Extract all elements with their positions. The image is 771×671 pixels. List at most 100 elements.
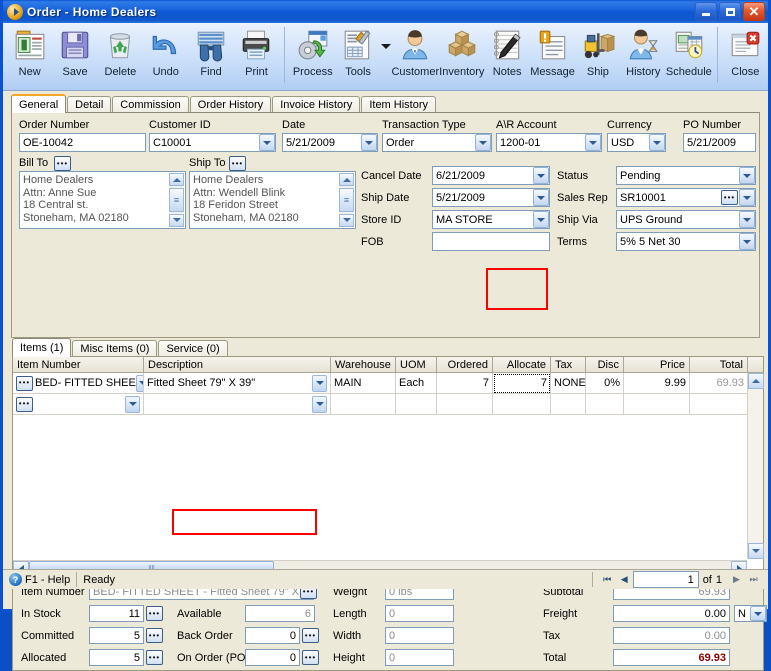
chevron-down-icon[interactable]: [135, 374, 143, 392]
freight-input[interactable]: 0.00: [613, 605, 730, 622]
undo-button[interactable]: Undo: [143, 23, 188, 89]
customer-button[interactable]: Customer: [391, 23, 439, 89]
chevron-down-icon[interactable]: [259, 134, 275, 151]
terms-combo[interactable]: 5% 5 Net 30: [616, 232, 756, 251]
sales-rep-lookup-button[interactable]: [721, 190, 738, 205]
tab-order-history[interactable]: Order History: [189, 96, 272, 113]
ship-date-combo[interactable]: 5/21/2009: [432, 188, 550, 207]
scroll-up-icon[interactable]: [169, 173, 184, 187]
ship-to-lookup-button[interactable]: [229, 156, 246, 171]
chevron-down-icon[interactable]: [649, 134, 665, 151]
length-input[interactable]: 0: [385, 605, 454, 622]
ship-via-combo[interactable]: UPS Ground: [616, 210, 756, 229]
scroll-thumb[interactable]: [169, 188, 184, 212]
close-button[interactable]: ✕: [743, 2, 765, 21]
print-button[interactable]: Print: [234, 23, 279, 89]
history-button[interactable]: History: [621, 23, 666, 89]
tab-detail[interactable]: Detail: [67, 96, 112, 113]
tab-general[interactable]: General: [11, 94, 67, 113]
col-total[interactable]: Total: [690, 357, 748, 372]
tab-misc-items[interactable]: Misc Items (0): [72, 340, 158, 357]
nav-last-icon[interactable]: ⏭: [745, 572, 762, 588]
page-number-input[interactable]: 1: [632, 571, 699, 588]
cell-warehouse[interactable]: MAIN: [331, 373, 396, 394]
col-ordered[interactable]: Ordered: [437, 357, 493, 372]
tab-invoice-history[interactable]: Invoice History: [272, 96, 361, 113]
tab-item-history[interactable]: Item History: [361, 96, 437, 113]
process-button[interactable]: Process: [290, 23, 335, 89]
chevron-down-icon[interactable]: [475, 134, 491, 151]
ship-to-scrollbar[interactable]: [339, 173, 354, 227]
in-stock-lookup-button[interactable]: [146, 606, 163, 621]
message-button[interactable]: Message: [530, 23, 575, 89]
chevron-down-icon[interactable]: [739, 211, 755, 228]
cell-item-number[interactable]: [13, 394, 144, 415]
cell-uom[interactable]: Each: [396, 373, 437, 394]
allocated-lookup-button[interactable]: [146, 650, 163, 665]
ar-account-combo[interactable]: 1200-01: [496, 133, 602, 152]
cell-ordered[interactable]: 7: [437, 373, 493, 394]
help-text[interactable]: F1 - Help: [25, 574, 70, 586]
currency-combo[interactable]: USD: [607, 133, 666, 152]
nav-next-icon[interactable]: ▶: [728, 572, 745, 588]
cell-ordered[interactable]: [437, 394, 493, 415]
chevron-down-icon[interactable]: [585, 134, 601, 151]
minimize-button[interactable]: [695, 2, 717, 21]
order-number-input[interactable]: OE-10042: [19, 133, 146, 152]
grid-vertical-scrollbar[interactable]: [747, 373, 764, 559]
cell-warehouse[interactable]: [331, 394, 396, 415]
table-row[interactable]: [13, 394, 763, 415]
tools-dropdown-arrow-icon[interactable]: [381, 23, 392, 89]
scroll-down-icon[interactable]: [169, 213, 184, 227]
col-tax[interactable]: Tax: [551, 357, 586, 372]
tab-items[interactable]: Items (1): [12, 338, 72, 357]
cell-price[interactable]: [624, 394, 690, 415]
chevron-down-icon[interactable]: [739, 167, 755, 184]
committed-input[interactable]: 5: [89, 627, 144, 644]
tools-button[interactable]: Tools: [335, 23, 380, 89]
delete-button[interactable]: Delete: [98, 23, 143, 89]
chevron-down-icon[interactable]: [125, 395, 140, 413]
cell-tax[interactable]: NONE: [551, 373, 586, 394]
status-combo[interactable]: Pending: [616, 166, 756, 185]
bill-to-lookup-button[interactable]: [54, 156, 71, 171]
chevron-down-icon[interactable]: [750, 606, 766, 621]
col-allocate[interactable]: Allocate: [493, 357, 551, 372]
col-item-number[interactable]: Item Number: [13, 357, 144, 372]
cell-tax[interactable]: [551, 394, 586, 415]
chevron-down-icon[interactable]: [361, 134, 377, 151]
ship-to-address[interactable]: Home Dealers Attn: Wendell Blink 18 Feri…: [189, 171, 356, 229]
cell-description[interactable]: [144, 394, 331, 415]
freight-taxable-combo[interactable]: N: [734, 605, 767, 622]
cell-uom[interactable]: [396, 394, 437, 415]
item-lookup-button[interactable]: [16, 375, 33, 391]
col-uom[interactable]: UOM: [396, 357, 437, 372]
cell-description[interactable]: Fitted Sheet 79" X 39": [144, 373, 331, 394]
notes-button[interactable]: Notes: [484, 23, 529, 89]
po-number-input[interactable]: 5/21/2009: [683, 133, 756, 152]
cell-item-number[interactable]: BED- FITTED SHEE: [13, 373, 144, 394]
fob-input[interactable]: [432, 232, 550, 251]
scroll-up-icon[interactable]: [339, 173, 354, 187]
date-combo[interactable]: 5/21/2009: [282, 133, 378, 152]
help-icon[interactable]: ?: [9, 573, 22, 586]
cell-allocate[interactable]: [493, 394, 551, 415]
chevron-down-icon[interactable]: [312, 395, 327, 413]
grid-scroll-up-icon[interactable]: [748, 373, 764, 389]
in-stock-input[interactable]: 11: [89, 605, 144, 622]
find-button[interactable]: Find: [188, 23, 233, 89]
customer-id-combo[interactable]: C10001: [149, 133, 276, 152]
save-button[interactable]: Save: [52, 23, 97, 89]
committed-lookup-button[interactable]: [146, 628, 163, 643]
chevron-down-icon[interactable]: [739, 189, 755, 206]
cell-disc[interactable]: [586, 394, 624, 415]
maximize-button[interactable]: [719, 2, 741, 21]
bill-to-scrollbar[interactable]: [169, 173, 184, 227]
on-order-po-input[interactable]: 0: [245, 649, 300, 666]
chevron-down-icon[interactable]: [739, 233, 755, 250]
cell-disc[interactable]: 0%: [586, 373, 624, 394]
close-toolbar-button[interactable]: Close: [723, 23, 768, 89]
bill-to-address[interactable]: Home Dealers Attn: Anne Sue 18 Central s…: [19, 171, 186, 229]
back-order-lookup-button[interactable]: [302, 628, 319, 643]
chevron-down-icon[interactable]: [312, 374, 327, 392]
